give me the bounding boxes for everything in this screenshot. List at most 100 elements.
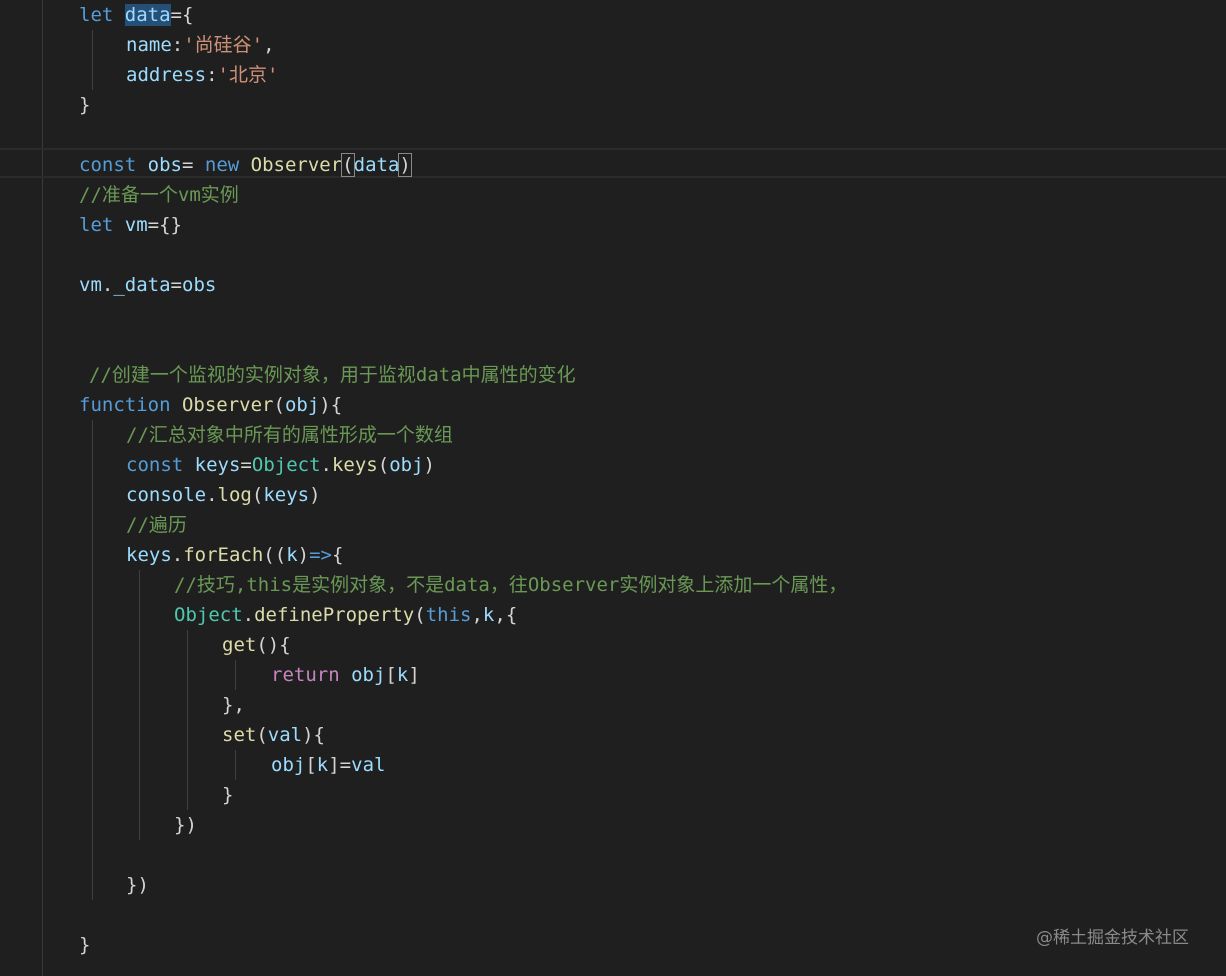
code-token: data xyxy=(353,154,400,176)
code-token: Observer xyxy=(250,154,343,176)
code-line[interactable]: //准备一个vm实例 xyxy=(79,180,239,210)
code-token: = xyxy=(240,454,252,476)
code-token: Object xyxy=(251,454,321,476)
code-token: }, xyxy=(222,694,245,716)
code-line[interactable]: //遍历 xyxy=(126,510,187,540)
code-token: get xyxy=(222,634,257,656)
code-token: k xyxy=(316,754,329,776)
code-token: [ xyxy=(305,754,317,776)
code-token: Observer xyxy=(181,394,274,416)
code-line[interactable]: let vm={} xyxy=(79,210,182,240)
code-token: . xyxy=(206,484,218,506)
code-token: : xyxy=(171,34,184,56)
code-line[interactable]: } xyxy=(222,780,233,810)
code-token: . xyxy=(242,604,255,626)
code-line[interactable]: console.log(keys) xyxy=(126,480,321,510)
code-token: val xyxy=(351,754,386,776)
code-line[interactable]: function Observer(obj){ xyxy=(79,390,342,420)
code-token: this xyxy=(425,604,472,626)
code-line[interactable]: }, xyxy=(222,690,245,720)
code-token: //创建一个监视的实例对象，用于监视data中属性的变化 xyxy=(89,364,576,386)
code-token: [ xyxy=(385,664,397,686)
code-token: }) xyxy=(174,814,197,836)
code-token: name xyxy=(126,34,172,56)
code-token: obj xyxy=(389,454,424,476)
code-token: //汇总对象中所有的属性形成一个数组 xyxy=(126,424,453,446)
code-token: obj xyxy=(351,664,386,686)
code-token: return xyxy=(271,664,340,686)
code-token: ( xyxy=(256,724,268,746)
code-token: . xyxy=(101,274,114,296)
code-line[interactable]: //汇总对象中所有的属性形成一个数组 xyxy=(126,420,453,450)
code-token: ) xyxy=(309,484,321,506)
code-token: = xyxy=(181,154,205,176)
code-token: ( xyxy=(273,394,285,416)
code-token: ( xyxy=(341,153,355,177)
code-token: '北京' xyxy=(217,64,279,86)
code-token: }) xyxy=(126,874,149,896)
code-token: //技巧,this是实例对象，不是data，往Observer实例对象上添加一个… xyxy=(174,574,848,596)
code-token: k xyxy=(396,664,409,686)
code-line[interactable]: } xyxy=(79,930,90,960)
code-token: , xyxy=(263,34,275,56)
code-token: : xyxy=(206,64,218,86)
code-token: obs xyxy=(182,274,217,296)
code-line[interactable]: keys.forEach((k)=>{ xyxy=(126,540,343,570)
code-token: keys xyxy=(126,544,172,566)
code-token: => xyxy=(309,544,332,566)
code-token: ( xyxy=(377,454,390,476)
watermark: @稀土掘金技术社区 xyxy=(1036,928,1189,948)
code-token: let xyxy=(79,4,114,26)
code-line[interactable]: return obj[k] xyxy=(271,660,420,690)
code-token: k xyxy=(482,604,495,626)
code-token: obs xyxy=(147,154,182,176)
code-token: (){ xyxy=(256,634,291,656)
code-token: ){ xyxy=(302,724,325,746)
code-line[interactable]: name:'尚硅谷', xyxy=(126,30,275,60)
code-token: } xyxy=(79,94,91,116)
code-line[interactable]: get(){ xyxy=(222,630,291,660)
code-token: (( xyxy=(263,544,287,566)
code-line[interactable]: vm._data=obs xyxy=(79,270,216,300)
code-token: { xyxy=(331,544,344,566)
code-lines[interactable]: let data={name:'尚硅谷', address:'北京'} const … xyxy=(0,0,1226,976)
code-token: ( xyxy=(414,604,426,626)
code-token: //准备一个vm实例 xyxy=(79,184,239,206)
code-token: keys xyxy=(331,454,378,476)
code-token: ){ xyxy=(319,394,343,416)
code-editor[interactable]: let data={name:'尚硅谷', address:'北京'} const … xyxy=(0,0,1226,976)
code-line[interactable]: //技巧,this是实例对象，不是data，往Observer实例对象上添加一个… xyxy=(174,570,847,600)
code-token: //遍历 xyxy=(126,514,187,536)
code-line[interactable]: const obs= new Observer(data) xyxy=(79,150,412,180)
code-token: . xyxy=(320,454,332,476)
code-line[interactable]: }) xyxy=(126,870,149,900)
code-token: obj xyxy=(271,754,306,776)
code-line[interactable]: }) xyxy=(174,810,197,840)
code-token: . xyxy=(171,544,184,566)
code-token: ) xyxy=(423,454,435,476)
code-line[interactable]: const keys=Object.keys(obj) xyxy=(126,450,435,480)
code-token: function xyxy=(79,394,171,416)
code-token: data xyxy=(124,4,171,26)
code-line[interactable]: Object.defineProperty(this,k,{ xyxy=(174,600,517,630)
code-token: const xyxy=(126,454,184,476)
code-token: obj xyxy=(284,394,320,416)
code-line[interactable]: let data={ xyxy=(79,0,193,30)
code-line[interactable]: obj[k]=val xyxy=(271,750,385,780)
code-token: set xyxy=(222,724,257,746)
code-token: const xyxy=(79,154,137,176)
code-token: } xyxy=(79,934,91,956)
code-line[interactable]: } xyxy=(79,90,90,120)
code-token: log xyxy=(217,484,252,506)
code-token: ) xyxy=(297,544,310,566)
code-token: vm xyxy=(79,274,102,296)
code-token: _data xyxy=(113,274,171,296)
code-line[interactable]: //创建一个监视的实例对象，用于监视data中属性的变化 xyxy=(89,360,576,390)
code-token: forEach xyxy=(183,544,264,566)
code-line[interactable]: address:'北京' xyxy=(126,60,278,90)
code-line[interactable]: set(val){ xyxy=(222,720,325,750)
